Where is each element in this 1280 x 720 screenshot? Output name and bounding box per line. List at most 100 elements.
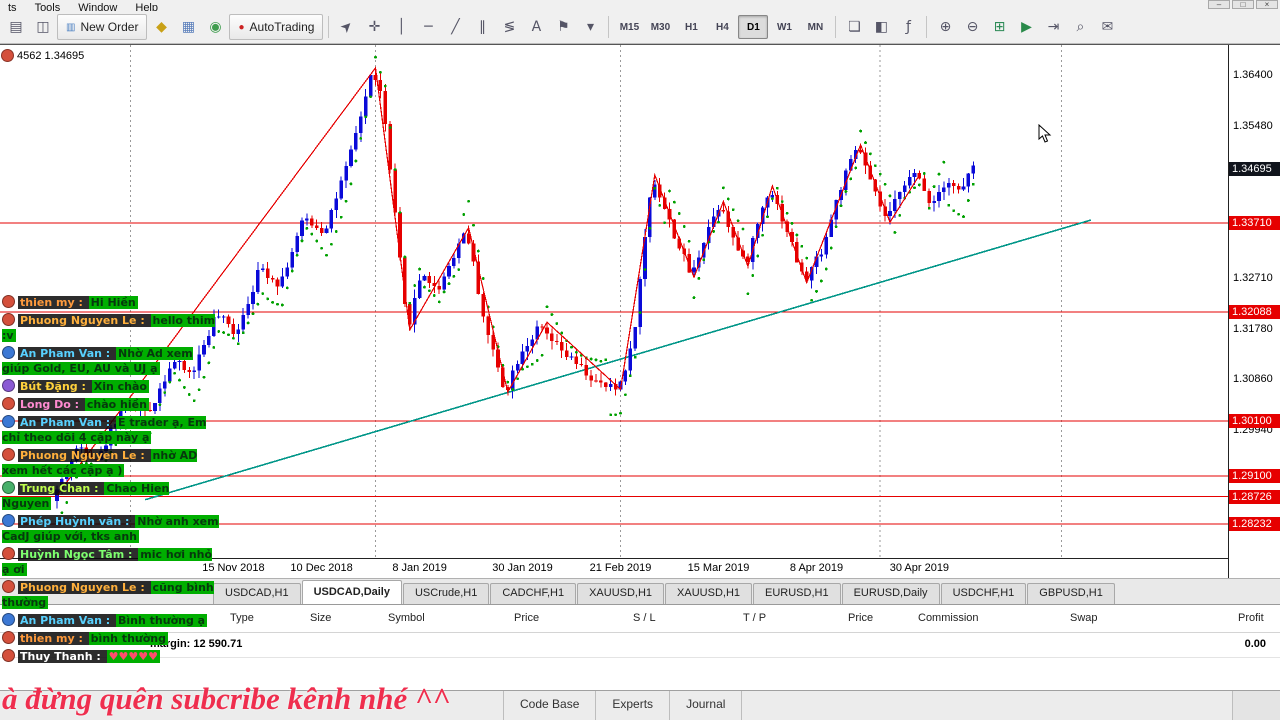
- shapes-dropdown-icon[interactable]: ▾: [577, 15, 603, 39]
- sar-dot: [344, 199, 348, 203]
- terminal-tab-code-base[interactable]: Code Base: [503, 691, 597, 720]
- cascade-windows-icon[interactable]: ❏: [841, 15, 867, 39]
- sar-dot: [751, 274, 755, 277]
- vertical-line-icon[interactable]: │: [388, 15, 414, 39]
- terminal-column-swap-8[interactable]: Swap: [1070, 612, 1098, 624]
- sar-dot: [859, 129, 862, 133]
- timeframe-m30[interactable]: M30: [645, 15, 675, 39]
- sar-dot: [898, 214, 902, 217]
- chart-tab-xauusd-h1-5[interactable]: XAUUSD,H1: [665, 583, 753, 604]
- new-order-button[interactable]: ▥ New Order: [57, 14, 148, 40]
- autotrading-button[interactable]: ● AutoTrading: [229, 14, 324, 40]
- zoom-out-icon[interactable]: ⊖: [959, 15, 985, 39]
- ascending-trendline[interactable]: [144, 219, 1092, 501]
- candle-body: [902, 185, 907, 193]
- terminal-column-price-6[interactable]: Price: [848, 612, 873, 624]
- sar-dot: [467, 199, 470, 203]
- terminal-tab-experts[interactable]: Experts: [596, 691, 671, 720]
- strategy-tester-icon[interactable]: ▶: [1013, 15, 1039, 39]
- terminal-column-price-3[interactable]: Price: [514, 612, 539, 624]
- menu-item-window[interactable]: Window: [78, 2, 117, 11]
- sar-dot: [511, 388, 515, 391]
- chat-text: chào hiền: [84, 398, 149, 411]
- sar-dot: [883, 182, 887, 186]
- new-chart-icon[interactable]: ▤: [3, 15, 29, 39]
- terminal-column-t-p-5[interactable]: T / P: [743, 612, 766, 624]
- new-order-button-icon: ▥: [66, 21, 76, 33]
- terminal-column-type-0[interactable]: Type: [230, 612, 254, 624]
- indicators-icon[interactable]: ƒ: [895, 15, 921, 39]
- horizontal-line-icon[interactable]: ─: [415, 15, 441, 39]
- profiles-icon[interactable]: ◫: [30, 15, 56, 39]
- candle-body: [310, 218, 314, 226]
- sar-dot: [614, 413, 617, 417]
- arrow-label-icon[interactable]: ⚑: [550, 15, 576, 39]
- timeframe-m15[interactable]: M15: [614, 15, 644, 39]
- chart-tab-eurusd-daily-7[interactable]: EURUSD,Daily: [841, 583, 940, 604]
- candle-body: [589, 375, 593, 381]
- sar-dot: [756, 254, 760, 258]
- terminal-column-s-l-4[interactable]: S / L: [633, 612, 656, 624]
- chat-icon[interactable]: ✉: [1094, 15, 1120, 39]
- resize-grip-area[interactable]: [1232, 691, 1280, 720]
- price-scale[interactable]: 1.36400 1.35480 1.32710 1.31780 1.30860 1.299…: [1228, 45, 1280, 578]
- timeframe-h1[interactable]: H1: [676, 15, 706, 39]
- sar-dot: [849, 177, 853, 181]
- tile-windows-icon[interactable]: ⊞: [986, 15, 1012, 39]
- candle-body: [819, 254, 824, 257]
- timeframe-h4[interactable]: H4: [707, 15, 737, 39]
- trendline-icon[interactable]: ╱: [442, 15, 468, 39]
- menu-item-help[interactable]: Help: [135, 2, 158, 11]
- terminal-column-symbol-2[interactable]: Symbol: [388, 612, 425, 624]
- current-price-badge: 1.34695: [1229, 161, 1280, 176]
- zoom-in-icon[interactable]: ⊕: [932, 15, 958, 39]
- menu-item-tools[interactable]: Tools: [35, 2, 61, 11]
- chart-tab-usdchf-h1-8[interactable]: USDCHF,H1: [940, 583, 1027, 604]
- chart-tab-xauusd-h1-4[interactable]: XAUUSD,H1: [577, 583, 665, 604]
- timeframe-w1[interactable]: W1: [769, 15, 799, 39]
- sar-dot: [594, 358, 598, 362]
- restore-button[interactable]: □: [1232, 0, 1254, 9]
- chat-message: thien my : bình thường: [2, 631, 221, 646]
- sar-dot: [315, 239, 319, 243]
- candle-body: [285, 267, 290, 277]
- chart-tab-gbpusd-h1-9[interactable]: GBPUSD,H1: [1027, 583, 1115, 604]
- chart-tab-cadchf-h1-3[interactable]: CADCHF,H1: [490, 583, 577, 604]
- search-icon[interactable]: ⌕: [1067, 15, 1093, 39]
- terminal-tab-journal[interactable]: Journal: [670, 691, 743, 720]
- terminal-column-size-1[interactable]: Size: [310, 612, 331, 624]
- sar-dot: [741, 227, 745, 231]
- expert-advisors-icon[interactable]: ◆: [148, 15, 174, 39]
- candle-body: [280, 276, 285, 287]
- sar-dot: [256, 302, 260, 306]
- data-window-icon[interactable]: ◉: [202, 15, 228, 39]
- chart-shift-icon[interactable]: ⇥: [1040, 15, 1066, 39]
- sar-dot: [668, 189, 671, 193]
- terminal-column-profit-9[interactable]: Profit: [1238, 612, 1264, 624]
- terminal-column-commission-7[interactable]: Commission: [918, 612, 979, 624]
- fibonacci-icon[interactable]: ≶: [496, 15, 522, 39]
- chat-avatar-icon: [2, 481, 15, 494]
- chart-tab-usdcad-h1-0[interactable]: USDCAD,H1: [213, 583, 301, 604]
- chart-tab-usdcad-daily-1[interactable]: USDCAD,Daily: [301, 580, 402, 604]
- candle-body: [564, 350, 569, 358]
- timeframe-d1[interactable]: D1: [738, 15, 769, 39]
- crosshair-icon[interactable]: ✛: [361, 15, 387, 39]
- timeframe-mn[interactable]: MN: [800, 15, 830, 39]
- minimize-button[interactable]: –: [1208, 0, 1230, 9]
- chart-tab-eurusd-h1-6[interactable]: EURUSD,H1: [753, 583, 841, 604]
- tile-horizontally-icon[interactable]: ◧: [868, 15, 894, 39]
- menu-item-ts[interactable]: ts: [8, 2, 17, 11]
- candle-body: [368, 74, 373, 97]
- channel-icon[interactable]: ∥: [469, 15, 495, 39]
- close-button[interactable]: ×: [1256, 0, 1278, 9]
- print-icon[interactable]: ▦: [175, 15, 201, 39]
- sar-dot: [379, 70, 382, 74]
- chart-tab-uscrude-h1-2[interactable]: USCrude,H1: [402, 583, 490, 604]
- sar-dot: [780, 200, 784, 204]
- chat-author: Trung Chan :: [18, 482, 105, 495]
- candle-body: [628, 348, 633, 371]
- text-icon[interactable]: A: [523, 15, 549, 39]
- candle-body: [951, 183, 956, 187]
- cursor-icon[interactable]: ➤: [330, 9, 365, 44]
